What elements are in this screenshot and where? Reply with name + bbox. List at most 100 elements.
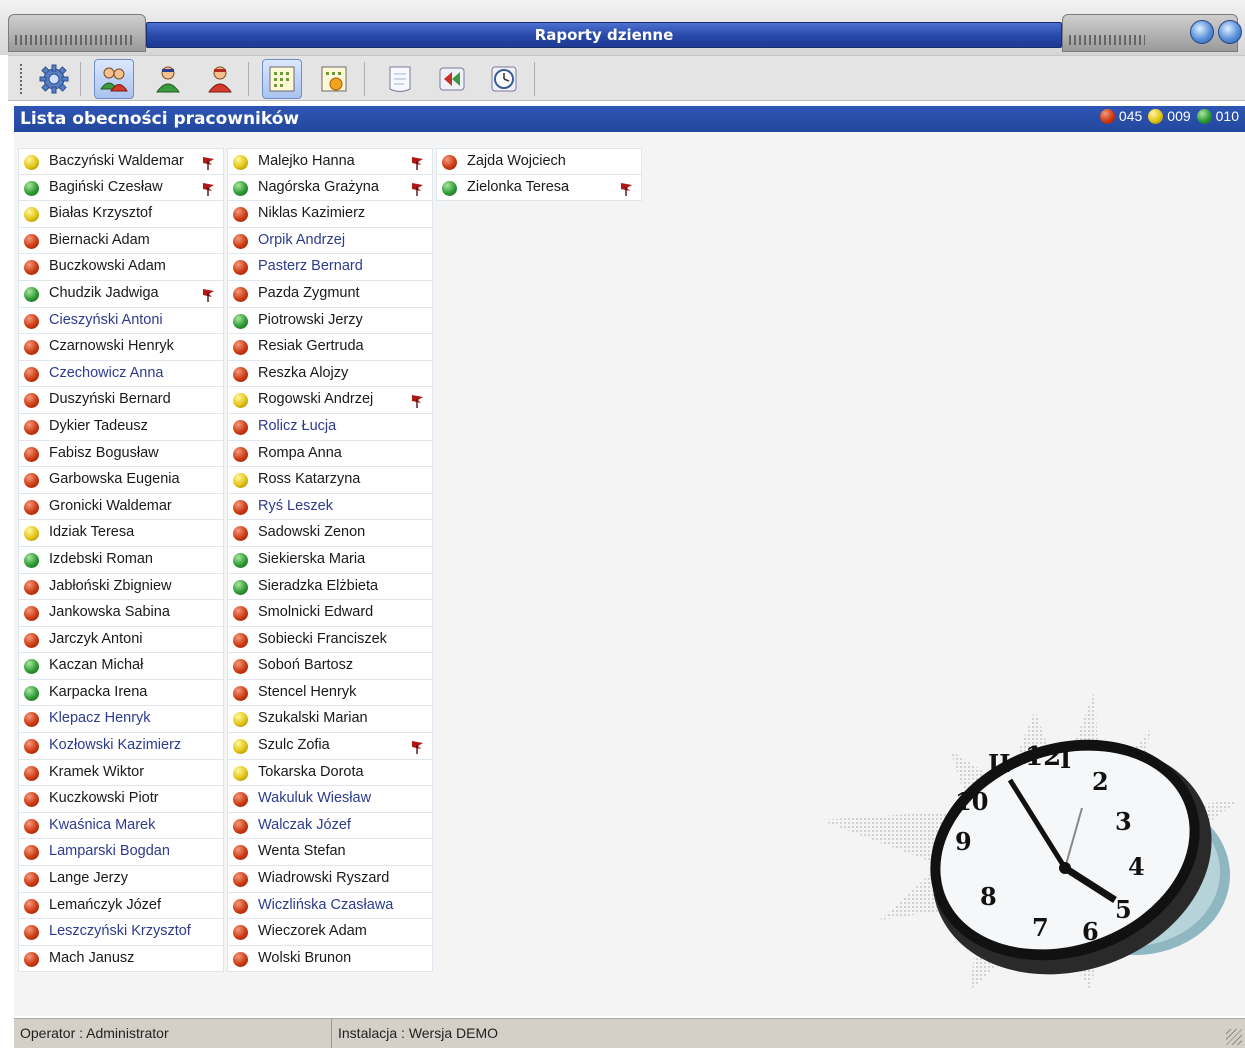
employee-name: Kwaśnica Marek bbox=[49, 816, 156, 833]
employee-name: Biernacki Adam bbox=[49, 231, 150, 248]
employee-row[interactable]: Wakuluk Wiesław bbox=[227, 786, 433, 813]
employee-name: Zajda Wojciech bbox=[467, 153, 566, 169]
employee-row[interactable]: Siekierska Maria bbox=[227, 546, 433, 574]
employee-row[interactable]: Stencel Henryk bbox=[227, 679, 433, 707]
employee-row[interactable]: Sobiecki Franciszek bbox=[227, 626, 433, 654]
employee-row[interactable]: Białas Krzysztof bbox=[18, 201, 224, 228]
employee-row[interactable]: Pazda Zygmunt bbox=[227, 280, 433, 308]
employee-row[interactable]: Nagórska Grażyna bbox=[227, 174, 433, 202]
employee-row[interactable]: Czarnowski Henryk bbox=[18, 334, 224, 361]
employee-row[interactable]: Pasterz Bernard bbox=[227, 254, 433, 281]
employee-row[interactable]: Walczak Józef bbox=[227, 812, 433, 840]
employee-row[interactable]: Niklas Kazimierz bbox=[227, 201, 433, 228]
employee-name: Pasterz Bernard bbox=[258, 258, 363, 275]
status-yellow-icon bbox=[24, 207, 39, 223]
status-red-icon bbox=[24, 898, 39, 914]
employee-row[interactable]: Soboń Bartosz bbox=[227, 653, 433, 680]
employee-row[interactable]: Baczyński Waldemar bbox=[18, 148, 224, 175]
monthly-report-button[interactable] bbox=[314, 59, 354, 99]
employee-name: Kuczkowski Piotr bbox=[49, 790, 159, 807]
employee-row[interactable]: Jarczyk Antoni bbox=[18, 626, 224, 654]
employee-row[interactable]: Kaczan Michał bbox=[18, 653, 224, 680]
employee-row[interactable]: Idziak Teresa bbox=[18, 520, 224, 547]
employee-row[interactable]: Jabłoński Zbigniew bbox=[18, 573, 224, 601]
drag-grip[interactable] bbox=[15, 35, 135, 45]
employee-row[interactable]: Izdebski Roman bbox=[18, 546, 224, 574]
time-button[interactable] bbox=[484, 59, 524, 99]
employee-row[interactable]: Rompa Anna bbox=[227, 440, 433, 468]
employee-row[interactable]: Duszyński Bernard bbox=[18, 387, 224, 414]
employee-row[interactable]: Sadowski Zenon bbox=[227, 520, 433, 547]
employee-row[interactable]: Zajda Wojciech bbox=[436, 148, 642, 175]
employee-row[interactable]: Klepacz Henryk bbox=[18, 706, 224, 734]
resize-grip[interactable] bbox=[1226, 1029, 1242, 1045]
back-button[interactable] bbox=[432, 59, 472, 99]
employee-row[interactable]: Lemańczyk Józef bbox=[18, 892, 224, 920]
employee-row[interactable]: Szukalski Marian bbox=[227, 706, 433, 734]
status-yellow-icon bbox=[24, 155, 39, 170]
employee-row[interactable]: Czechowicz Anna bbox=[18, 360, 224, 388]
employee-row[interactable]: Wolski Brunon bbox=[227, 945, 433, 973]
toolbar-gripper[interactable] bbox=[20, 64, 23, 94]
absent-employees-button[interactable] bbox=[200, 59, 240, 99]
employee-row[interactable]: Rogowski Andrzej bbox=[227, 387, 433, 414]
employee-row[interactable]: Wenta Stefan bbox=[227, 839, 433, 867]
employee-row[interactable]: Leszczyński Krzysztof bbox=[18, 919, 224, 946]
employee-row[interactable]: Resiak Gertruda bbox=[227, 334, 433, 361]
employee-row[interactable]: Orpik Andrzej bbox=[227, 227, 433, 255]
employee-row[interactable]: Piotrowski Jerzy bbox=[227, 307, 433, 335]
employee-row[interactable]: Kozłowski Kazimierz bbox=[18, 733, 224, 760]
employee-row[interactable]: Reszka Alojzy bbox=[227, 360, 433, 388]
employee-row[interactable]: Tokarska Dorota bbox=[227, 759, 433, 787]
title-tab-left[interactable] bbox=[8, 14, 146, 52]
employee-row[interactable]: Fabisz Bogusław bbox=[18, 440, 224, 468]
employee-row[interactable]: Garbowska Eugenia bbox=[18, 467, 224, 494]
status-green-icon bbox=[233, 180, 248, 196]
minimize-button[interactable] bbox=[1190, 20, 1214, 44]
employee-row[interactable]: Cieszyński Antoni bbox=[18, 307, 224, 335]
drag-grip-right[interactable] bbox=[1069, 35, 1145, 45]
employee-row[interactable]: Lamparski Bogdan bbox=[18, 839, 224, 867]
employee-row[interactable]: Sieradzka Elżbieta bbox=[227, 573, 433, 601]
employee-row[interactable]: Chudzik Jadwiga bbox=[18, 280, 224, 308]
title-strip[interactable]: Raporty dzienne bbox=[146, 22, 1062, 48]
employee-row[interactable]: Jankowska Sabina bbox=[18, 600, 224, 627]
status-red-icon bbox=[24, 606, 39, 622]
employee-name: Lemańczyk Józef bbox=[49, 896, 162, 913]
employee-row[interactable]: Kuczkowski Piotr bbox=[18, 786, 224, 813]
status-red-icon bbox=[24, 925, 39, 941]
employee-row[interactable]: Zielonka Teresa bbox=[436, 174, 642, 202]
employee-row[interactable]: Smolnicki Edward bbox=[227, 600, 433, 627]
close-button[interactable] bbox=[1218, 20, 1242, 44]
employee-row[interactable]: Biernacki Adam bbox=[18, 227, 224, 255]
status-green-icon bbox=[233, 313, 248, 329]
employee-row[interactable]: Rolicz Łucja bbox=[227, 413, 433, 441]
employee-row[interactable]: Wiadrowski Ryszard bbox=[227, 866, 433, 893]
notes-button[interactable] bbox=[380, 59, 420, 99]
employee-row[interactable]: Wieczorek Adam bbox=[227, 919, 433, 946]
status-red-icon bbox=[233, 207, 248, 223]
employee-row[interactable]: Gronicki Waldemar bbox=[18, 493, 224, 521]
status-green-icon bbox=[24, 552, 39, 568]
employee-row[interactable]: Kwaśnica Marek bbox=[18, 812, 224, 840]
employee-row[interactable]: Wiczlińska Czasława bbox=[227, 892, 433, 920]
employee-row[interactable]: Dykier Tadeusz bbox=[18, 413, 224, 441]
employee-row[interactable]: Szulc Zofia bbox=[227, 733, 433, 760]
employee-row[interactable]: Mach Janusz bbox=[18, 945, 224, 973]
employee-name: Buczkowski Adam bbox=[49, 258, 166, 275]
present-employees-button[interactable] bbox=[148, 59, 188, 99]
employee-row[interactable]: Karpacka Irena bbox=[18, 679, 224, 707]
count-value: 010 bbox=[1215, 108, 1239, 124]
employees-button[interactable] bbox=[94, 59, 134, 99]
employee-row[interactable]: Bagiński Czesław bbox=[18, 174, 224, 202]
daily-grid-button[interactable] bbox=[262, 59, 302, 99]
employee-row[interactable]: Malejko Hanna bbox=[227, 148, 433, 175]
settings-button[interactable] bbox=[34, 59, 74, 99]
employee-row[interactable]: Ryś Leszek bbox=[227, 493, 433, 521]
employee-name: Chudzik Jadwiga bbox=[49, 284, 159, 301]
employee-row[interactable]: Buczkowski Adam bbox=[18, 254, 224, 281]
employee-row[interactable]: Ross Katarzyna bbox=[227, 467, 433, 494]
employee-row[interactable]: Kramek Wiktor bbox=[18, 759, 224, 787]
employee-column-2: Malejko Hanna Nagórska Grażyna Niklas Kazi… bbox=[227, 148, 433, 973]
employee-row[interactable]: Lange Jerzy bbox=[18, 866, 224, 893]
